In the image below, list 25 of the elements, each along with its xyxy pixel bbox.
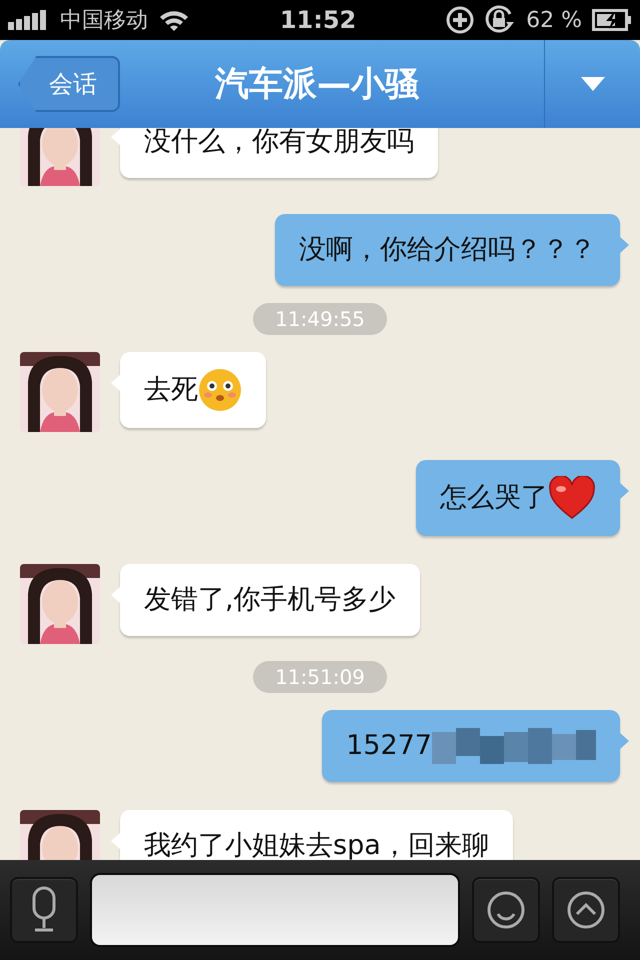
message-text: 15277 — [346, 729, 432, 763]
message-text: 去死 — [144, 373, 198, 407]
timestamp: 11:51:09 — [253, 661, 387, 693]
voice-button[interactable] — [10, 877, 78, 943]
more-button[interactable] — [552, 877, 620, 943]
microphone-icon — [31, 886, 57, 934]
clock-time: 11:52 — [280, 6, 356, 34]
message-text: 我约了小姐妹去spa，回来聊 — [144, 829, 489, 860]
carrier-name: 中国移动 — [60, 7, 148, 35]
rotation-lock-icon — [484, 5, 516, 35]
message-text: 怎么哭了 — [440, 481, 548, 515]
back-button[interactable]: 会话 — [18, 56, 120, 112]
battery-percentage: 62 % — [526, 8, 582, 32]
message-input[interactable] — [90, 873, 460, 947]
battery-charging-icon — [592, 9, 632, 31]
emoji-button[interactable] — [472, 877, 540, 943]
caret-icon — [580, 77, 604, 91]
chevron-circle-icon — [566, 890, 606, 930]
message-text: 没啊，你给介绍吗？？？ — [299, 233, 596, 267]
smiley-icon — [486, 890, 526, 930]
timestamp: 11:49:55 — [253, 303, 387, 335]
message-text: 发错了,你手机号多少 — [144, 583, 396, 617]
message-text: 没什么，你有女朋友吗 — [144, 128, 414, 159]
plus-circle-icon — [446, 6, 474, 34]
chat-title: 汽车派—小骚 — [214, 63, 420, 106]
